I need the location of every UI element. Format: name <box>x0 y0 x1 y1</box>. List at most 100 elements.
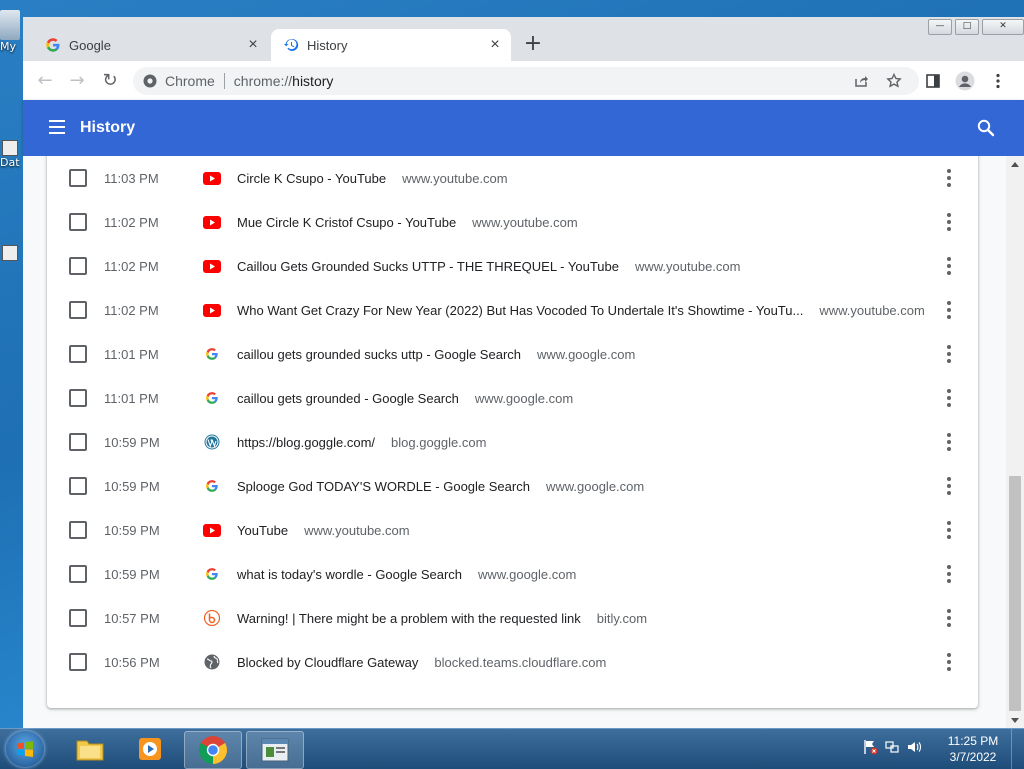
row-title-link[interactable]: caillou gets grounded sucks uttp - Googl… <box>237 347 521 362</box>
row-checkbox[interactable] <box>69 477 87 495</box>
history-row[interactable]: 10:56 PM Blocked by Cloudflare Gateway blo… <box>47 640 978 684</box>
bookmark-star-icon[interactable] <box>883 70 905 92</box>
taskbar-chrome[interactable] <box>184 731 242 769</box>
row-domain[interactable]: bitly.com <box>597 611 647 626</box>
row-title-link[interactable]: Splooge God TODAY'S WORDLE - Google Sear… <box>237 479 530 494</box>
youtube-icon <box>203 301 221 319</box>
row-title-link[interactable]: Caillou Gets Grounded Sucks UTTP - THE T… <box>237 259 619 274</box>
side-panel-icon[interactable] <box>922 70 944 92</box>
maximize-button[interactable]: □ <box>955 19 979 35</box>
tab-history[interactable]: History × <box>271 29 511 61</box>
history-row[interactable]: 11:02 PM Caillou Gets Grounded Sucks UTTP… <box>47 244 978 288</box>
row-title-link[interactable]: YouTube <box>237 523 288 538</box>
history-row[interactable]: 10:59 PM https://blog.goggle.com/blog.gog… <box>47 420 978 464</box>
row-more-actions-icon[interactable] <box>939 606 959 630</box>
row-more-actions-icon[interactable] <box>939 298 959 322</box>
row-domain[interactable]: blocked.teams.cloudflare.com <box>434 655 606 670</box>
taskbar-media-player[interactable] <box>122 731 178 767</box>
more-menu-icon[interactable] <box>987 70 1009 92</box>
row-more-actions-icon[interactable] <box>939 518 959 542</box>
row-domain[interactable]: www.youtube.com <box>819 303 925 318</box>
row-title-link[interactable]: caillou gets grounded - Google Search <box>237 391 459 406</box>
forward-button[interactable]: → <box>66 70 88 92</box>
row-more-actions-icon[interactable] <box>939 430 959 454</box>
tab-google[interactable]: Google × <box>33 29 269 61</box>
history-row[interactable]: 11:02 PM Mue Circle K Cristof Csupo - You… <box>47 200 978 244</box>
row-domain[interactable]: www.youtube.com <box>472 215 578 230</box>
row-checkbox[interactable] <box>69 301 87 319</box>
row-more-actions-icon[interactable] <box>939 166 959 190</box>
row-domain[interactable]: www.google.com <box>537 347 635 362</box>
row-domain[interactable]: www.google.com <box>475 391 573 406</box>
row-title-link[interactable]: Warning! | There might be a problem with… <box>237 611 581 626</box>
back-button[interactable]: ← <box>34 70 56 92</box>
search-icon[interactable] <box>976 118 996 138</box>
show-desktop-button[interactable] <box>1011 729 1024 769</box>
history-row[interactable]: 10:57 PM Warning! | There might be a prob… <box>47 596 978 640</box>
page-scrollbar[interactable] <box>1006 156 1024 729</box>
history-row[interactable]: 11:02 PM Who Want Get Crazy For New Year … <box>47 288 978 332</box>
row-title-link[interactable]: Circle K Csupo - YouTube <box>237 171 386 186</box>
scroll-down-arrow-icon[interactable] <box>1011 718 1019 723</box>
row-title-link[interactable]: Mue Circle K Cristof Csupo - YouTube <box>237 215 456 230</box>
history-row[interactable]: 11:03 PM Circle K Csupo - YouTube www.yout… <box>47 156 978 200</box>
row-more-actions-icon[interactable] <box>939 386 959 410</box>
new-tab-button[interactable]: + <box>523 33 543 55</box>
action-center-flag-icon[interactable] <box>862 739 878 755</box>
start-button[interactable] <box>6 731 44 767</box>
row-domain[interactable]: www.google.com <box>478 567 576 582</box>
taskbar-clock[interactable]: 11:25 PM 3/7/2022 <box>938 733 1008 765</box>
row-title-link[interactable]: Blocked by Cloudflare Gateway <box>237 655 418 670</box>
taskbar-app-window[interactable] <box>246 731 304 769</box>
row-more-actions-icon[interactable] <box>939 650 959 674</box>
row-checkbox[interactable] <box>69 565 87 583</box>
row-domain[interactable]: www.youtube.com <box>304 523 410 538</box>
hamburger-menu-icon[interactable] <box>49 120 65 134</box>
row-checkbox[interactable] <box>69 213 87 231</box>
desktop-icon-data[interactable]: Dat <box>0 140 22 169</box>
row-more-actions-icon[interactable] <box>939 342 959 366</box>
row-checkbox[interactable] <box>69 345 87 363</box>
window-controls: — □ ✕ <box>928 19 1024 35</box>
volume-icon[interactable] <box>906 739 922 755</box>
reload-button[interactable]: ↻ <box>99 70 121 92</box>
row-more-actions-icon[interactable] <box>939 474 959 498</box>
row-checkbox[interactable] <box>69 609 87 627</box>
profile-avatar-icon[interactable] <box>954 70 976 92</box>
close-tab-icon[interactable]: × <box>485 36 505 54</box>
row-more-actions-icon[interactable] <box>939 210 959 234</box>
close-tab-icon[interactable]: × <box>243 36 263 54</box>
history-row[interactable]: 11:01 PM caillou gets grounded - Google S… <box>47 376 978 420</box>
taskbar-explorer[interactable] <box>62 731 118 767</box>
row-domain[interactable]: blog.goggle.com <box>391 435 486 450</box>
scroll-up-arrow-icon[interactable] <box>1011 162 1019 167</box>
share-icon[interactable] <box>850 70 872 92</box>
address-bar[interactable]: Chrome chrome://history <box>133 67 919 95</box>
row-domain[interactable]: www.youtube.com <box>402 171 508 186</box>
row-checkbox[interactable] <box>69 521 87 539</box>
close-window-button[interactable]: ✕ <box>982 19 1024 35</box>
row-domain[interactable]: www.google.com <box>546 479 644 494</box>
row-domain[interactable]: www.youtube.com <box>635 259 741 274</box>
history-row[interactable]: 10:59 PM Splooge God TODAY'S WORDLE - Goo… <box>47 464 978 508</box>
row-checkbox[interactable] <box>69 257 87 275</box>
history-row[interactable]: 10:59 PM YouTube www.youtube.com <box>47 508 978 552</box>
minimize-button[interactable]: — <box>928 19 952 35</box>
row-checkbox[interactable] <box>69 389 87 407</box>
row-title-link[interactable]: Who Want Get Crazy For New Year (2022) B… <box>237 303 803 318</box>
row-checkbox[interactable] <box>69 433 87 451</box>
desktop-icon-computer[interactable]: My <box>0 10 22 53</box>
scroll-thumb[interactable] <box>1009 476 1021 711</box>
row-title-link[interactable]: https://blog.goggle.com/ <box>237 435 375 450</box>
row-more-actions-icon[interactable] <box>939 254 959 278</box>
row-checkbox[interactable] <box>69 169 87 187</box>
row-title-link[interactable]: what is today's wordle - Google Search <box>237 567 462 582</box>
row-checkbox[interactable] <box>69 653 87 671</box>
history-row[interactable]: 11:01 PM caillou gets grounded sucks uttp… <box>47 332 978 376</box>
row-entry: caillou gets grounded - Google Search www… <box>237 391 937 406</box>
file-icon <box>2 140 18 156</box>
desktop-icon-partial[interactable] <box>0 245 22 261</box>
network-icon[interactable] <box>884 739 900 755</box>
history-row[interactable]: 10:59 PM what is today's wordle - Google … <box>47 552 978 596</box>
row-more-actions-icon[interactable] <box>939 562 959 586</box>
